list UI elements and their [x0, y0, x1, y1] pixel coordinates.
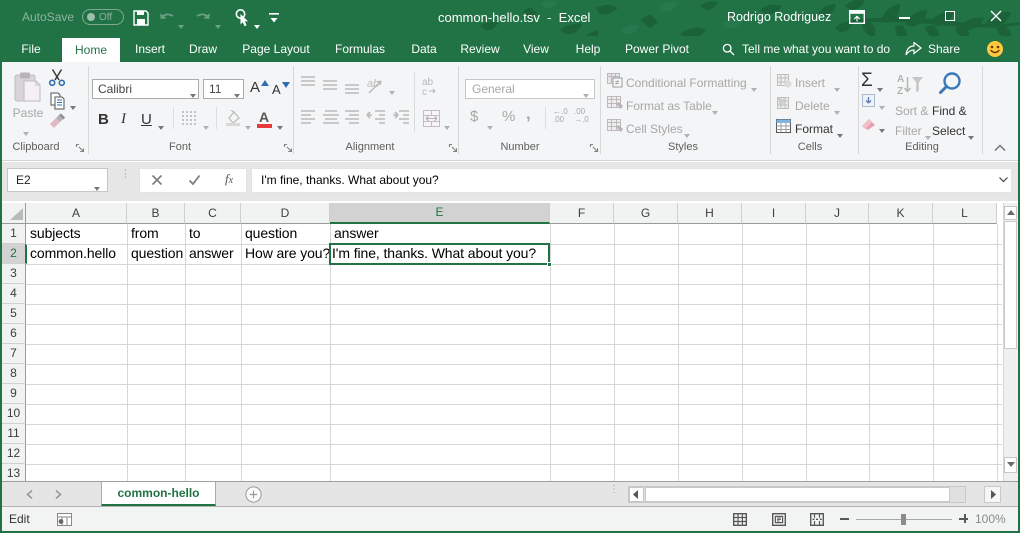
svg-text:A: A [897, 74, 904, 85]
svg-text:Z: Z [897, 86, 903, 96]
svg-text:≠: ≠ [615, 78, 620, 87]
svg-text:c: c [422, 87, 427, 96]
